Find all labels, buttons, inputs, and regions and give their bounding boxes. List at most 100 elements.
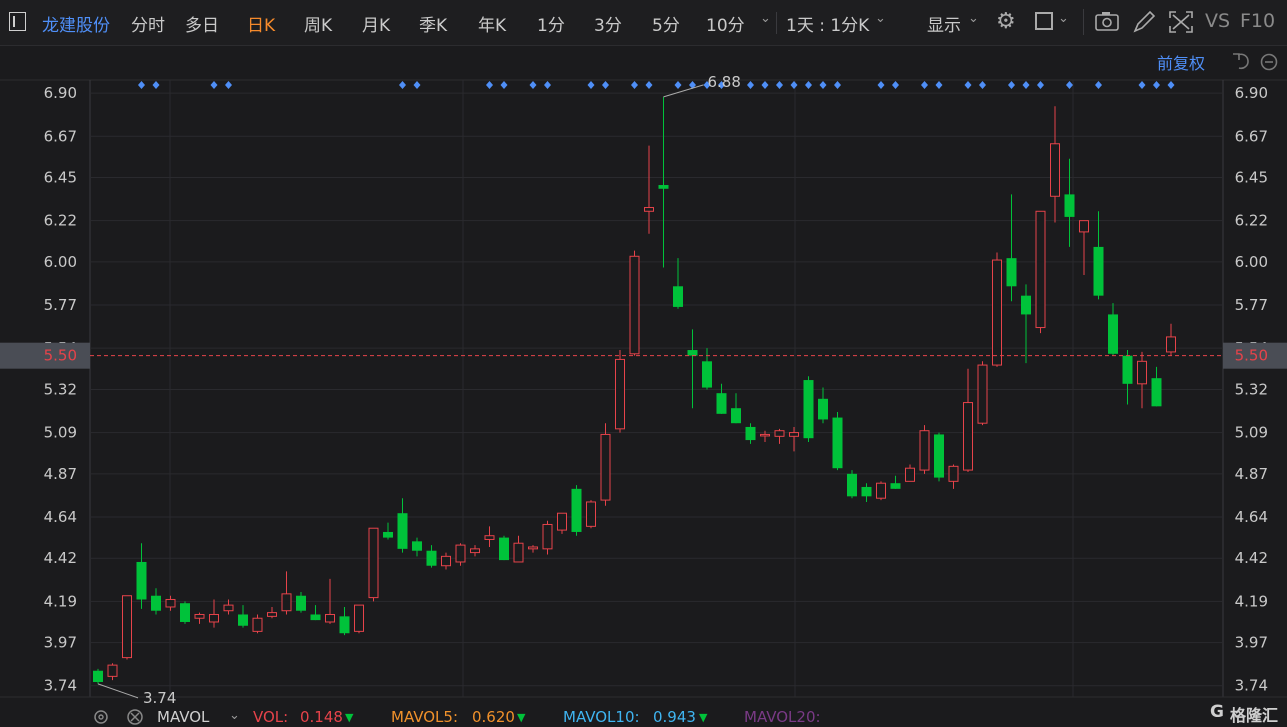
candlestick-chart[interactable]: 6.90 6.67 6.45 6.22 6.00 5.77 5.54 5.32 5.09 4.87… (0, 0, 1287, 727)
candle-body (905, 467, 915, 482)
mavol5-down-arrow-icon: ▼ (517, 711, 526, 724)
candle-body (1079, 220, 1089, 233)
interval-chevron-icon[interactable]: ⌄ (875, 11, 886, 26)
candle (731, 393, 741, 424)
candle (876, 481, 886, 501)
candle-body (977, 364, 988, 424)
candle (992, 252, 1002, 367)
y-tick-label-left: 3.74 (44, 677, 77, 695)
current-price-tag-right (1223, 342, 1287, 369)
event-marker (718, 81, 725, 89)
stock-name[interactable]: 龙建股份 (42, 11, 110, 36)
checkbox-icon[interactable] (1035, 12, 1053, 30)
candle-body (513, 542, 524, 563)
vs-button[interactable]: VS (1205, 10, 1230, 32)
candle (1108, 303, 1118, 356)
tab-quarterly-k[interactable]: 季K (419, 11, 447, 36)
candle (1093, 211, 1104, 300)
tab-weekly-k[interactable]: 周K (304, 11, 332, 36)
candle-body (122, 595, 132, 659)
mavol10-value: 0.943 (653, 708, 696, 726)
vol-label: VOL: (253, 708, 289, 726)
watermark: 格隆汇 (1230, 706, 1279, 725)
fullscreen-icon[interactable] (1169, 11, 1193, 33)
low-leader-line (97, 683, 139, 699)
candle (890, 475, 901, 489)
y-tick-label-right: 4.87 (1235, 465, 1268, 483)
y-tick-label-right: 4.19 (1235, 592, 1268, 610)
event-marker (703, 81, 711, 89)
candle-body (368, 527, 379, 599)
close-icon[interactable] (127, 709, 143, 725)
candle-body (339, 616, 350, 634)
undo-icon[interactable] (1233, 53, 1249, 70)
current-price-tag-left (0, 342, 90, 369)
display-menu[interactable]: 显示 (927, 11, 961, 36)
candle (151, 588, 161, 615)
candle (702, 348, 712, 390)
tab-1min[interactable]: 1分 (537, 11, 565, 36)
candle (281, 571, 292, 615)
candle (571, 485, 582, 536)
candle-body (948, 465, 959, 482)
zoom-out-icon[interactable] (1260, 53, 1278, 71)
candle-body (1035, 210, 1046, 329)
tab-5min[interactable]: 5分 (652, 11, 680, 36)
candle (760, 430, 770, 442)
candle-body (745, 426, 756, 441)
candle-body (252, 617, 263, 632)
tab-yearly-k[interactable]: 年K (478, 11, 506, 36)
pencil-icon[interactable] (1133, 10, 1156, 33)
candle-body (194, 613, 205, 619)
candle (528, 545, 538, 553)
tab-10min[interactable]: 10分 (706, 11, 745, 36)
candle-body (774, 430, 785, 437)
candle-body (397, 513, 408, 549)
tab-monthly-k[interactable]: 月K (362, 11, 390, 36)
candle-body (426, 550, 437, 566)
f10-button[interactable]: F10 (1240, 10, 1275, 32)
event-marker (1008, 81, 1015, 89)
candle (1079, 220, 1089, 276)
y-tick-label-right: 5.32 (1235, 380, 1268, 398)
candle (441, 552, 451, 570)
sidebar-toggle-icon[interactable] (9, 12, 26, 31)
candle (499, 535, 509, 561)
candle (310, 605, 321, 621)
candle-body (238, 614, 248, 626)
mavol5-value: 0.620 (472, 708, 515, 726)
indicator-chevron-icon[interactable]: ⌄ (229, 708, 240, 723)
interval-select[interactable]: 1天 : 1分K (786, 11, 869, 36)
y-tick-label-left: 5.54 (44, 339, 77, 357)
candle-body (455, 544, 466, 563)
camera-icon[interactable] (1095, 12, 1119, 31)
checkbox-chevron-icon[interactable]: ⌄ (1058, 11, 1069, 26)
event-marker (921, 81, 928, 89)
candle (934, 432, 944, 482)
settings-gear-icon[interactable] (94, 710, 108, 724)
display-chevron-icon[interactable]: ⌄ (968, 11, 979, 26)
indicator-name[interactable]: MAVOL (157, 708, 209, 726)
tab-daily-k[interactable]: 日K (247, 11, 275, 36)
candle-body (528, 546, 538, 550)
vol-value: 0.148 (300, 708, 343, 726)
tab-intraday[interactable]: 分时 (131, 11, 165, 36)
gear-icon[interactable]: ⚙ (996, 9, 1016, 34)
y-tick-label-left: 5.32 (44, 380, 77, 398)
price-adjust-toggle[interactable]: 前复权 (1157, 50, 1205, 74)
tab-multiday[interactable]: 多日 (185, 11, 219, 36)
candle-body (296, 595, 306, 611)
y-tick-label-left: 3.97 (44, 634, 77, 652)
candle-body (441, 555, 451, 567)
y-tick-label-left: 5.77 (44, 296, 77, 314)
y-tick-label-right: 5.09 (1235, 424, 1268, 442)
candle-body (963, 402, 973, 471)
y-tick-label-right: 4.42 (1235, 549, 1268, 567)
tab-3min[interactable]: 3分 (594, 11, 622, 36)
y-tick-label-right: 4.64 (1235, 508, 1268, 526)
candle (644, 145, 654, 234)
chevron-down-icon[interactable]: ⌄ (760, 11, 771, 26)
event-marker (1138, 81, 1146, 89)
candle (977, 361, 988, 426)
event-marker (413, 81, 421, 89)
